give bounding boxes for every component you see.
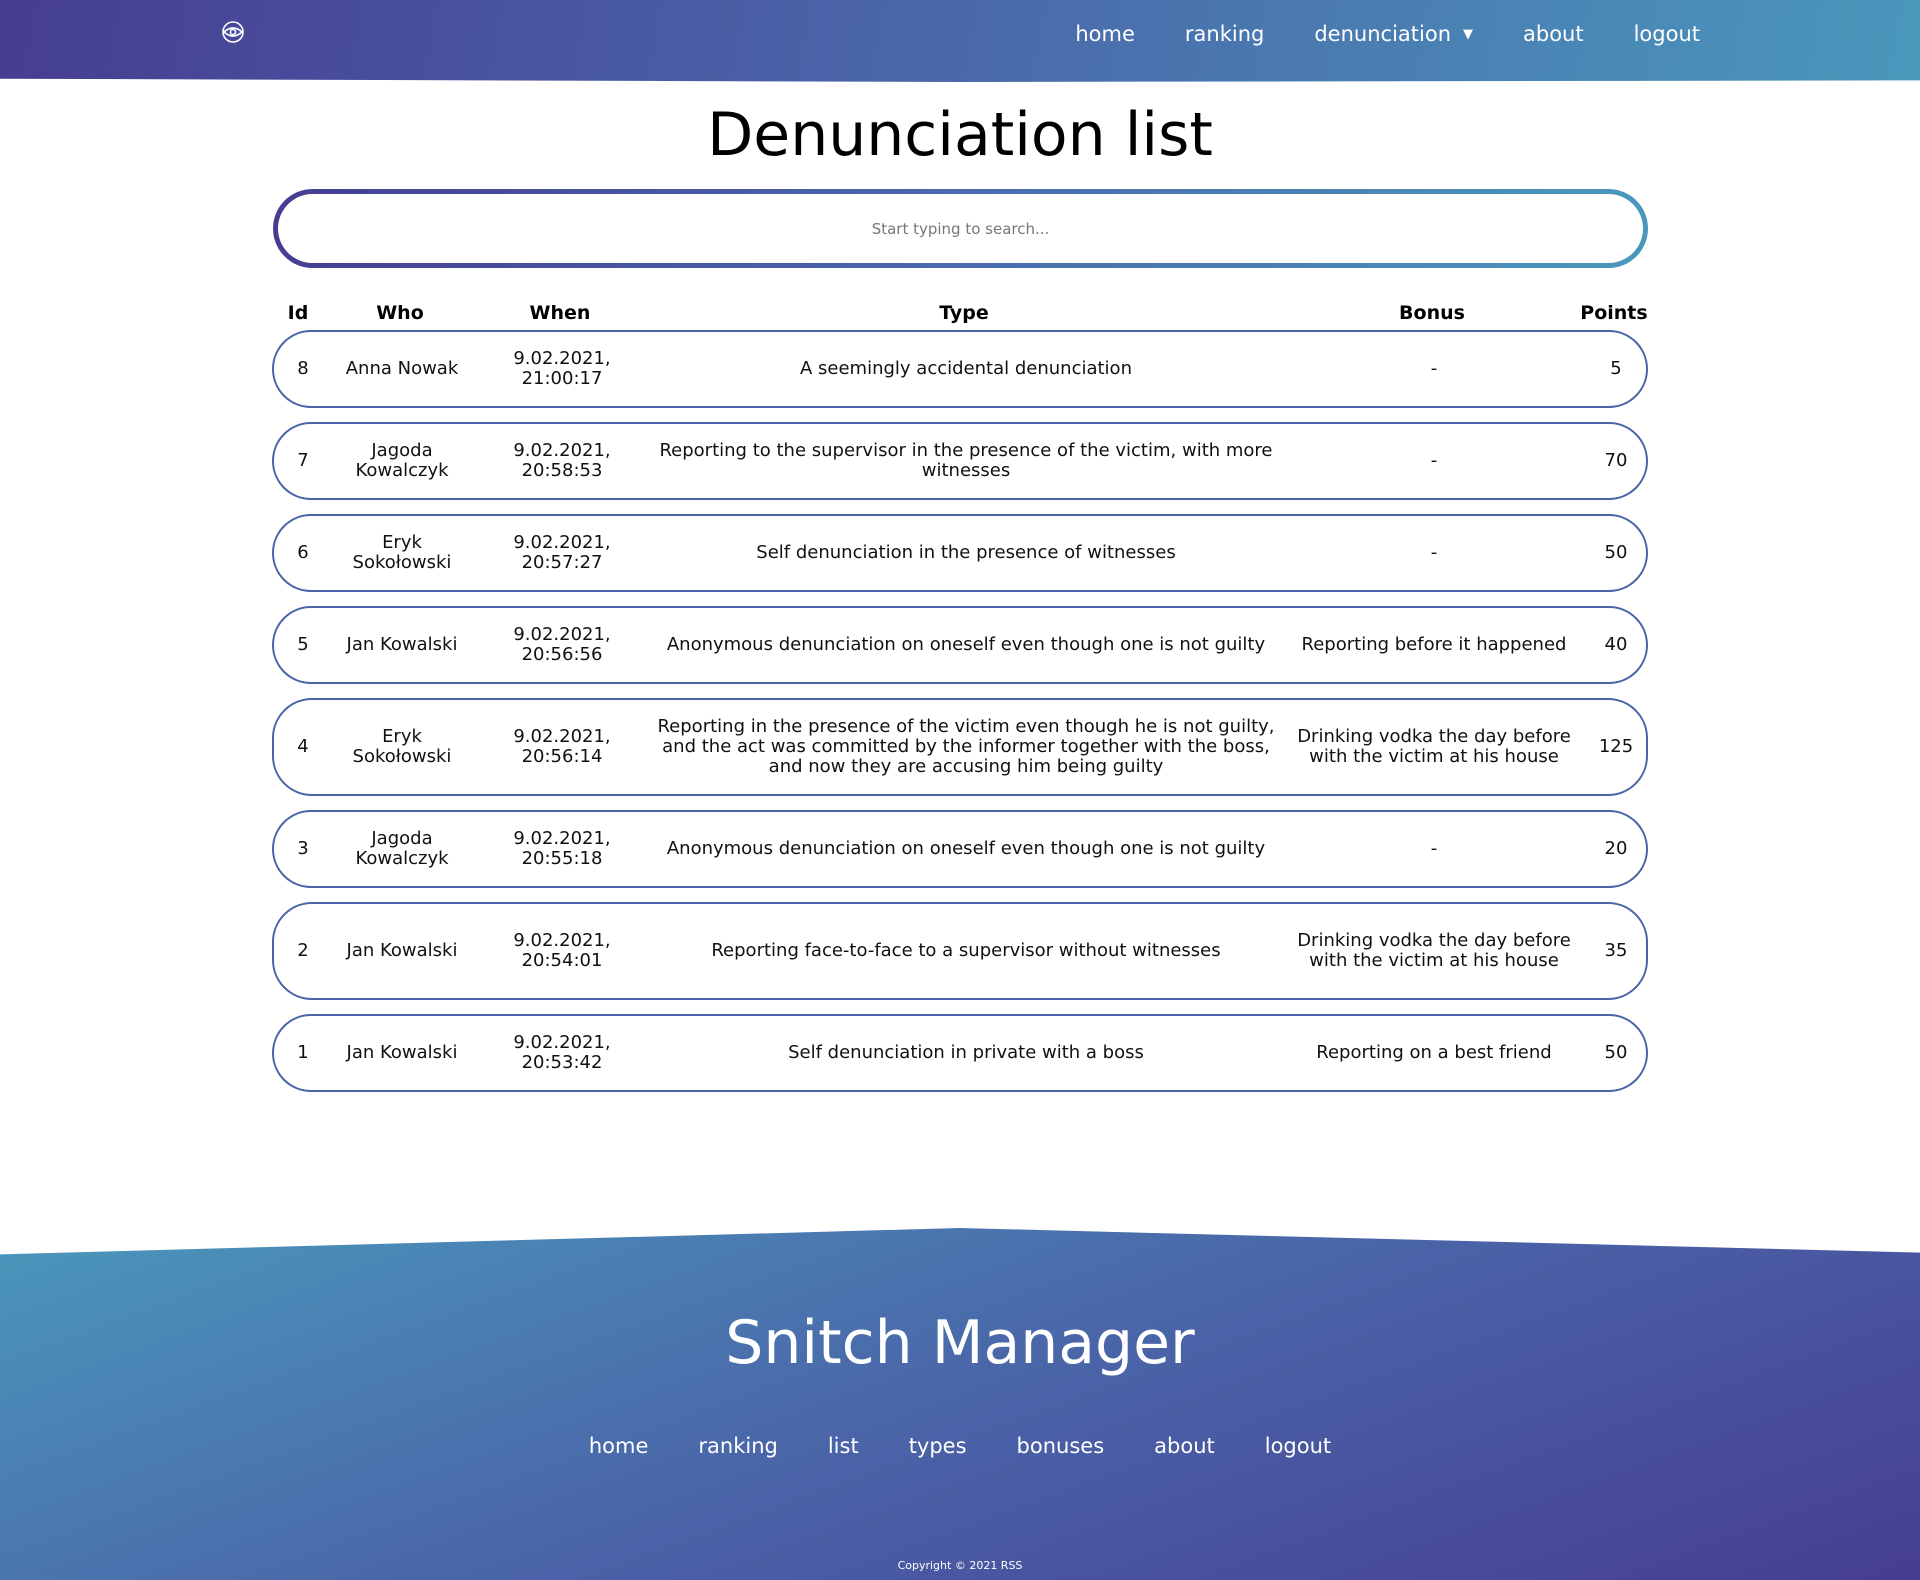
- cell-points: 125: [1598, 736, 1634, 757]
- cell-who: Jagoda Kowalczyk: [355, 828, 449, 869]
- search-input[interactable]: [278, 194, 1643, 263]
- cell-id: 2: [297, 940, 309, 961]
- cell-id: 7: [297, 450, 309, 471]
- footer-logout-link[interactable]: logout: [1265, 1434, 1331, 1458]
- footer-list-link[interactable]: list: [828, 1434, 859, 1458]
- cell-points: 50: [1604, 542, 1628, 563]
- footer-home-link[interactable]: home: [589, 1434, 649, 1458]
- cell-bonus: -: [1430, 358, 1438, 379]
- cell-bonus: Reporting on a best friend: [1316, 1042, 1552, 1063]
- header-who: Who: [376, 302, 424, 324]
- cell-type: Self denunciation in private with a boss: [788, 1042, 1144, 1063]
- cell-points: 50: [1604, 1042, 1628, 1063]
- table-row[interactable]: 2 Jan Kowalski 9.02.2021, 20:54:01 Repor…: [272, 902, 1648, 1000]
- cell-when: 9.02.2021, 20:57:27: [513, 532, 611, 573]
- footer-bonuses-link[interactable]: bonuses: [1017, 1434, 1105, 1458]
- cell-when: 9.02.2021, 20:55:18: [513, 828, 611, 869]
- cell-bonus: Drinking vodka the day before with the v…: [1297, 726, 1571, 767]
- footer-about-link[interactable]: about: [1154, 1434, 1215, 1458]
- cell-bonus: -: [1430, 838, 1438, 859]
- table-row[interactable]: 6 Eryk Sokołowski 9.02.2021, 20:57:27 Se…: [272, 514, 1648, 592]
- footer-brand: Snitch Manager: [725, 1308, 1195, 1378]
- copyright: Copyright © 2021 RSS: [897, 1559, 1023, 1572]
- table-row[interactable]: 7 Jagoda Kowalczyk 9.02.2021, 20:58:53 R…: [272, 422, 1648, 500]
- cell-who: Eryk Sokołowski: [352, 726, 452, 767]
- cell-type: Anonymous denunciation on oneself even t…: [666, 634, 1266, 655]
- nav-label: denunciation: [1314, 22, 1451, 46]
- cell-type: Reporting in the presence of the victim …: [657, 716, 1275, 777]
- nav-denunciation-dropdown[interactable]: denunciation ▼: [1314, 18, 1473, 50]
- cell-bonus: -: [1430, 542, 1438, 563]
- nav-home-link[interactable]: home: [1075, 18, 1135, 50]
- footer-nav: home ranking list types bonuses about lo…: [0, 1434, 1920, 1458]
- cell-bonus: Reporting before it happened: [1301, 634, 1567, 655]
- cell-who: Jan Kowalski: [346, 1042, 458, 1063]
- cell-id: 8: [297, 358, 309, 379]
- top-navbar: home ranking denunciation ▼ about logout: [0, 0, 1920, 82]
- eye-icon[interactable]: [218, 20, 248, 44]
- cell-who: Jagoda Kowalczyk: [355, 440, 449, 481]
- header-bonus: Bonus: [1399, 302, 1465, 324]
- caret-down-icon: ▼: [1463, 26, 1473, 42]
- cell-points: 20: [1604, 838, 1628, 859]
- cell-points: 5: [1610, 358, 1622, 379]
- nav-label: ranking: [1184, 22, 1265, 46]
- cell-who: Eryk Sokołowski: [352, 532, 452, 573]
- cell-when: 9.02.2021, 20:56:56: [513, 624, 611, 665]
- cell-type: Reporting to the supervisor in the prese…: [659, 440, 1273, 481]
- cell-id: 5: [297, 634, 309, 655]
- cell-when: 9.02.2021, 20:58:53: [513, 440, 611, 481]
- cell-points: 40: [1604, 634, 1628, 655]
- table-row[interactable]: 3 Jagoda Kowalczyk 9.02.2021, 20:55:18 A…: [272, 810, 1648, 888]
- header-points: Points: [1580, 302, 1648, 324]
- cell-type: A seemingly accidental denunciation: [800, 358, 1132, 379]
- cell-bonus: Drinking vodka the day before with the v…: [1297, 930, 1571, 971]
- cell-type: Reporting face-to-face to a supervisor w…: [711, 940, 1221, 961]
- cell-points: 70: [1604, 450, 1628, 471]
- cell-type: Self denunciation in the presence of wit…: [756, 542, 1176, 563]
- cell-when: 9.02.2021, 20:53:42: [513, 1032, 611, 1073]
- table-row[interactable]: 8 Anna Nowak 9.02.2021, 21:00:17 A seemi…: [272, 330, 1648, 408]
- cell-id: 6: [297, 542, 309, 563]
- cell-who: Anna Nowak: [345, 358, 459, 379]
- page-title: Denunciation list: [707, 100, 1213, 170]
- table-row[interactable]: 5 Jan Kowalski 9.02.2021, 20:56:56 Anony…: [272, 606, 1648, 684]
- header-type: Type: [939, 302, 989, 324]
- nav-logout-link[interactable]: logout: [1634, 18, 1700, 50]
- cell-points: 35: [1604, 940, 1628, 961]
- cell-id: 4: [297, 736, 309, 757]
- cell-when: 9.02.2021, 20:54:01: [513, 930, 611, 971]
- cell-when: 9.02.2021, 21:00:17: [513, 348, 611, 389]
- table-header: Id Who When Type Bonus Points: [272, 296, 1648, 330]
- header-id: Id: [287, 302, 309, 324]
- nav-label: about: [1523, 22, 1584, 46]
- footer: Snitch Manager home ranking list types b…: [0, 1228, 1920, 1580]
- denunciation-table: Id Who When Type Bonus Points 8 Anna Now…: [272, 296, 1648, 1092]
- table-row[interactable]: 4 Eryk Sokołowski 9.02.2021, 20:56:14 Re…: [272, 698, 1648, 796]
- nav-label: home: [1075, 22, 1135, 46]
- footer-ranking-link[interactable]: ranking: [698, 1434, 777, 1458]
- table-row[interactable]: 1 Jan Kowalski 9.02.2021, 20:53:42 Self …: [272, 1014, 1648, 1092]
- cell-when: 9.02.2021, 20:56:14: [513, 726, 611, 767]
- cell-id: 3: [297, 838, 309, 859]
- cell-type: Anonymous denunciation on oneself even t…: [666, 838, 1266, 859]
- search-box: [273, 189, 1648, 268]
- cell-id: 1: [297, 1042, 309, 1063]
- cell-who: Jan Kowalski: [346, 634, 458, 655]
- nav-about-link[interactable]: about: [1523, 18, 1584, 50]
- header-when: When: [529, 302, 591, 324]
- nav-menu: home ranking denunciation ▼ about logout: [1025, 18, 1700, 50]
- footer-types-link[interactable]: types: [909, 1434, 967, 1458]
- nav-ranking-link[interactable]: ranking: [1185, 18, 1264, 50]
- cell-bonus: -: [1430, 450, 1438, 471]
- nav-label: logout: [1633, 22, 1700, 46]
- cell-who: Jan Kowalski: [346, 940, 458, 961]
